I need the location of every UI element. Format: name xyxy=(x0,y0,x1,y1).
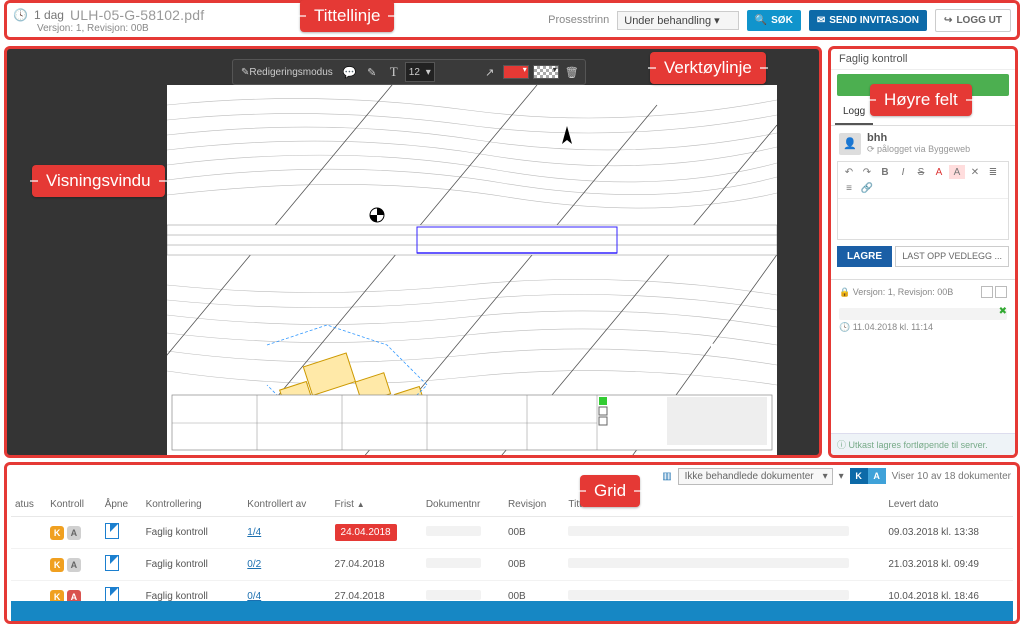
process-step-label: Prosesstrinn xyxy=(548,14,609,26)
clear-format-icon[interactable]: ✕ xyxy=(967,165,983,179)
rectangle-tool[interactable] xyxy=(435,62,457,82)
annotation-toolbar: Verktøylinje xyxy=(650,52,766,84)
col-kontrollering[interactable]: Kontrollering xyxy=(142,493,244,517)
bold-icon[interactable]: B xyxy=(877,165,893,179)
text-color-icon[interactable]: A xyxy=(931,165,947,179)
comment-editor: ↶ ↷ B I S A A ✕ ≣ ≡ 🔗 xyxy=(837,161,1009,240)
kontrollert-av-link[interactable]: 0/2 xyxy=(247,623,261,624)
log-entry-timestamp: 11.04.2018 kl. 11:14 xyxy=(839,322,1007,333)
trash-icon[interactable]: 🗑 xyxy=(561,62,583,82)
kontrollert-av-link[interactable]: 1/4 xyxy=(247,527,261,538)
comment-textarea[interactable] xyxy=(838,199,1008,239)
filter-icon[interactable]: ▥ xyxy=(662,471,671,482)
clock-icon: 🕓 xyxy=(13,8,28,22)
grid-panel: ▥ Ikke behandlede dokumenter ▾ KA Viser … xyxy=(4,462,1020,624)
table-row[interactable]: K A Faglig kontroll 1/4 24.04.2018 00B 0… xyxy=(11,517,1013,549)
kontrollert-av-link[interactable]: 0/2 xyxy=(247,559,261,570)
col-kontroll[interactable]: Kontroll xyxy=(46,493,101,517)
strike-icon[interactable]: S xyxy=(913,165,929,179)
autosave-notice: Utkast lagres fortløpende til server. xyxy=(831,433,1015,455)
col-kontrollert-av[interactable]: Kontrollert av xyxy=(243,493,330,517)
pencil-icon[interactable]: ✎ xyxy=(361,62,383,82)
file-version: Versjon: 1, Revisjon: 00B xyxy=(37,23,204,34)
drawing-canvas[interactable] xyxy=(167,85,777,455)
annotation-right: Høyre felt xyxy=(870,84,972,116)
save-button[interactable]: LAGRE xyxy=(837,246,892,267)
edit-mode-button[interactable]: ✎ Redigeringsmodus xyxy=(235,62,339,82)
undo-icon[interactable]: ↶ xyxy=(841,165,857,179)
tab-logg[interactable]: Logg xyxy=(835,100,873,125)
settings-icon[interactable]: ▾ xyxy=(839,471,844,482)
pill-k[interactable]: K xyxy=(850,468,868,484)
viewer-panel: ✎ Redigeringsmodus 💬 ✎ T 12▾ ↗ 🗑 xyxy=(4,46,822,458)
cursor-icon: ↖ xyxy=(709,339,721,356)
upload-attachment-button[interactable]: LAST OPP VEDLEGG ... xyxy=(895,246,1009,267)
col-dokumentnr[interactable]: Dokumentnr xyxy=(422,493,504,517)
title-bar: 🕓 1 dag ULH-05-G-58102.pdf Versjon: 1, R… xyxy=(4,0,1020,40)
process-step-select[interactable]: Under behandling ▾ xyxy=(617,11,738,30)
filter-select[interactable]: Ikke behandlede dokumenter xyxy=(678,468,833,485)
comment-icon[interactable]: 💬 xyxy=(339,62,361,82)
ellipse-tool[interactable] xyxy=(457,62,479,82)
user-source: ⟳ pålogget via Byggeweb xyxy=(867,144,970,155)
annotation-titlebar: Tittellinje xyxy=(300,0,394,32)
search-button[interactable]: 🔍SØK xyxy=(747,10,801,31)
right-panel-title: Faglig kontroll xyxy=(831,49,1015,70)
open-doc-icon[interactable] xyxy=(105,523,119,539)
view-list-icon[interactable] xyxy=(981,286,993,298)
log-entry: 11.04.2018 kl. 11:14 xyxy=(839,308,1007,333)
send-invite-button[interactable]: ✉SEND INVITASJON xyxy=(809,10,927,31)
file-age: 1 dag xyxy=(34,8,64,22)
open-doc-icon[interactable] xyxy=(105,555,119,571)
annotation-viewer: Visningsvindu xyxy=(32,165,165,197)
fill-pattern-picker[interactable] xyxy=(533,65,559,79)
redo-icon[interactable]: ↷ xyxy=(859,165,875,179)
stroke-color-picker[interactable] xyxy=(503,65,529,79)
view-grid-icon[interactable] xyxy=(995,286,1007,298)
text-tool-icon[interactable]: T xyxy=(383,62,405,82)
col-revisjon[interactable]: Revisjon xyxy=(504,493,564,517)
col-levert[interactable]: Levert dato xyxy=(884,493,1013,517)
italic-icon[interactable]: I xyxy=(895,165,911,179)
pill-a[interactable]: A xyxy=(868,468,886,484)
grid-footer-bar xyxy=(11,601,1013,621)
file-name: ULH-05-G-58102.pdf xyxy=(70,7,204,23)
avatar: 👤 xyxy=(839,133,861,155)
row-count: Viser 10 av 18 dokumenter xyxy=(892,471,1011,482)
col-apne[interactable]: Åpne xyxy=(101,493,142,517)
table-row[interactable]: K A Faglig kontroll 0/2 27.04.2018 00B 2… xyxy=(11,549,1013,581)
viewer-toolbar: ✎ Redigeringsmodus 💬 ✎ T 12▾ ↗ 🗑 xyxy=(232,59,586,85)
bg-color-icon[interactable]: A xyxy=(949,165,965,179)
font-size-select[interactable]: 12▾ xyxy=(405,62,435,82)
logout-button[interactable]: ↪LOGG UT xyxy=(935,9,1011,32)
user-name: bhh xyxy=(867,132,970,144)
version-info: 🔒 Versjon: 1, Revisjon: 00B xyxy=(839,287,953,298)
ul-icon[interactable]: ≣ xyxy=(985,165,1001,179)
share-icon[interactable]: ↗ xyxy=(479,62,501,82)
ol-icon[interactable]: ≡ xyxy=(841,181,857,195)
col-status[interactable]: atus xyxy=(11,493,46,517)
link-icon[interactable]: 🔗 xyxy=(859,181,875,195)
col-frist: Frist ▲ xyxy=(331,493,422,517)
annotation-grid: Grid xyxy=(580,475,640,507)
